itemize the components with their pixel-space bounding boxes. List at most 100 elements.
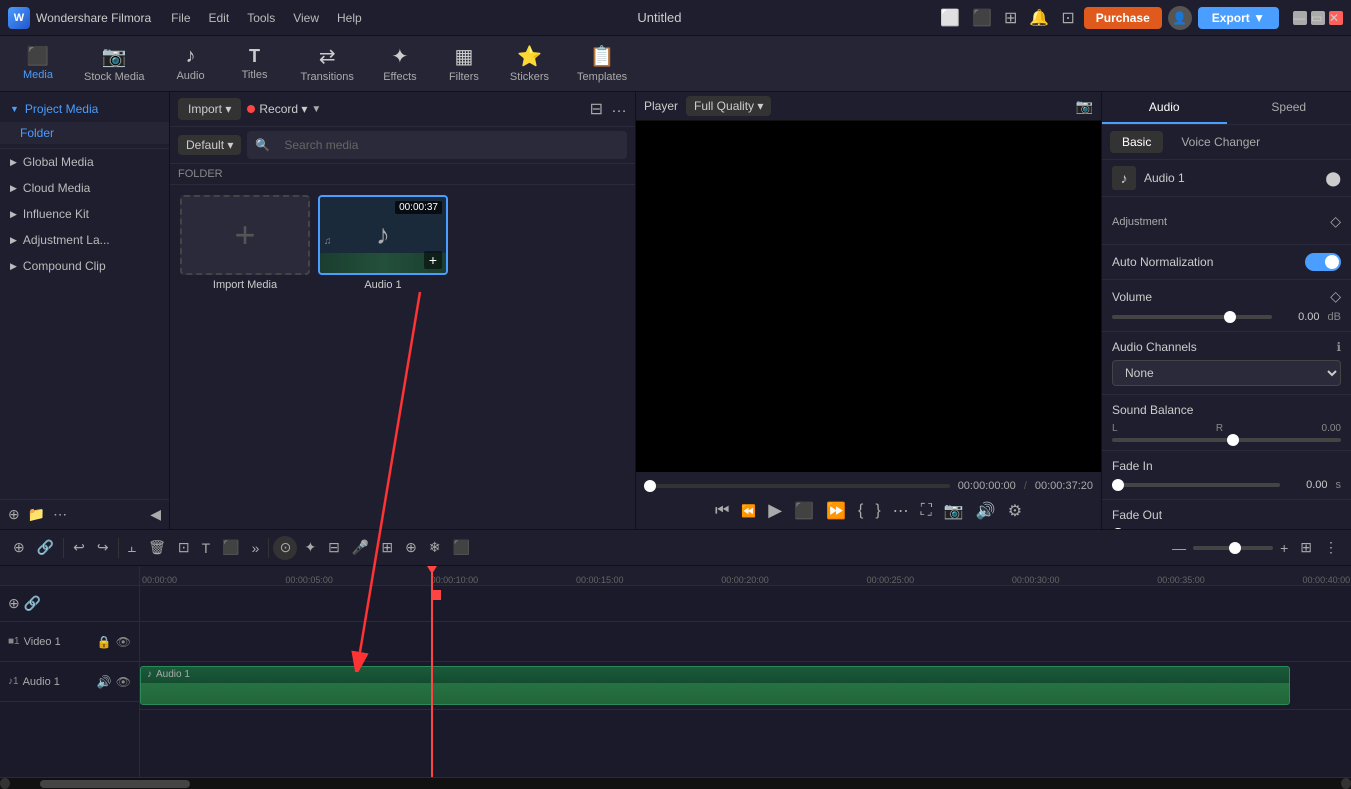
timeline-transform-button[interactable]: ⬛ <box>217 536 244 559</box>
timeline-zoom-track[interactable] <box>1193 546 1273 550</box>
audio-channels-dropdown[interactable]: None Stereo Mono <box>1112 360 1341 386</box>
timeline-speed-button[interactable]: ⊙ <box>273 536 297 560</box>
volume-slider[interactable] <box>1112 315 1272 319</box>
timeline-freeze-button[interactable]: ❄ <box>424 536 446 559</box>
window-minimize-button[interactable]: — <box>1293 11 1307 25</box>
add-folder-icon[interactable]: ⊕ <box>8 506 20 523</box>
step-back-button[interactable]: ⏪ <box>741 504 756 518</box>
timeline-split-button[interactable]: ⫠ <box>123 536 141 559</box>
tool-transitions[interactable]: ⇄ Transitions <box>289 40 366 87</box>
more-controls-button[interactable]: ⋯ <box>893 501 909 521</box>
tool-titles[interactable]: T Titles <box>225 42 285 85</box>
import-media-item[interactable]: + Import Media <box>180 195 310 291</box>
window-maximize-button[interactable]: ▭ <box>1311 11 1325 25</box>
add-to-timeline-icon[interactable]: + <box>424 251 442 269</box>
menu-edit[interactable]: Edit <box>201 8 238 28</box>
audio-track-mute-icon[interactable]: 👁 <box>116 675 131 689</box>
sub-tab-voice-changer[interactable]: Voice Changer <box>1169 131 1272 153</box>
adjustment-keyframe-icon[interactable]: ◇ <box>1330 213 1341 230</box>
tool-filters[interactable]: ▦ Filters <box>434 40 494 87</box>
audio1-track-row[interactable]: ♪ Audio 1 <box>140 662 1351 710</box>
add-video-track-icon[interactable]: ⊕ <box>8 595 20 612</box>
tool-effects[interactable]: ✦ Effects <box>370 40 430 87</box>
play-button[interactable]: ▶ <box>768 500 782 521</box>
folder-label[interactable]: Folder <box>0 122 169 144</box>
tool-stickers[interactable]: ⭐ Stickers <box>498 40 561 87</box>
timeline-redo-button[interactable]: ↪ <box>92 536 114 559</box>
link-tracks-icon[interactable]: 🔗 <box>24 595 41 612</box>
record-button[interactable]: Record ▾ ▼ <box>247 102 321 116</box>
mark-in-button[interactable]: { <box>858 502 863 520</box>
timeline-text-button[interactable]: T <box>197 537 216 559</box>
timeline-undo-button[interactable]: ↩ <box>68 536 90 559</box>
stop-button[interactable]: ⬛ <box>794 501 814 521</box>
sidebar-item-influence-kit[interactable]: ▶ Influence Kit <box>0 201 169 227</box>
default-dropdown[interactable]: Default ▾ <box>178 135 241 155</box>
progress-track[interactable] <box>644 484 950 488</box>
tool-templates[interactable]: 📋 Templates <box>565 40 639 87</box>
new-folder-icon[interactable]: 📁 <box>28 506 45 523</box>
sidebar-item-adjustment-layer[interactable]: ▶ Adjustment La... <box>0 227 169 253</box>
timeline-ai-button[interactable]: ⊕ <box>400 536 422 559</box>
tab-audio[interactable]: Audio <box>1102 92 1227 124</box>
video1-track-row[interactable] <box>140 622 1351 662</box>
tool-stock-media[interactable]: 📷 Stock Media <box>72 40 157 87</box>
filter-icon[interactable]: ⊟ <box>590 99 603 119</box>
tab-speed[interactable]: Speed <box>1227 92 1351 124</box>
audio-channels-info-icon[interactable]: ℹ <box>1336 340 1341 354</box>
fullscreen-player-button[interactable]: ⛶ <box>921 502 932 520</box>
timeline-settings-button[interactable]: ⋮ <box>1319 536 1343 559</box>
sidebar-item-project-media[interactable]: ▼ Project Media <box>0 96 169 122</box>
export-button[interactable]: Export ▼ <box>1198 7 1279 29</box>
audio1-clip[interactable]: ♪ Audio 1 <box>140 666 1290 705</box>
more-options-icon[interactable]: ⋯ <box>53 506 67 523</box>
audio-track-lock-icon[interactable]: 🔊 <box>97 675 112 689</box>
timeline-scrollbar[interactable] <box>0 777 1351 789</box>
timeline-voiceover-button[interactable]: 🎤 <box>347 536 374 559</box>
timeline-zoom-in-button[interactable]: + <box>1275 537 1293 559</box>
settings-button[interactable]: ⚙ <box>1008 501 1022 521</box>
sidebar-item-cloud-media[interactable]: ▶ Cloud Media <box>0 175 169 201</box>
player-screenshot-icon[interactable]: 📷 <box>1076 98 1093 115</box>
collapse-panel-icon[interactable]: ◀ <box>150 506 161 523</box>
tool-audio[interactable]: ♪ Audio <box>161 41 221 86</box>
timeline-marker-button[interactable]: ⊟ <box>323 536 345 559</box>
mark-out-button[interactable]: } <box>875 502 880 520</box>
search-input[interactable] <box>276 134 619 156</box>
notifications-icon[interactable]: 🔔 <box>1026 5 1052 31</box>
rewind-button[interactable]: ⏮ <box>715 502 729 520</box>
snapshot-button[interactable]: 📷 <box>944 501 964 521</box>
step-forward-button[interactable]: ⏩ <box>826 501 846 521</box>
tool-media[interactable]: ⬛ Media <box>8 42 68 85</box>
sidebar-item-compound-clip[interactable]: ▶ Compound Clip <box>0 253 169 279</box>
timeline-subtitles-button[interactable]: ⊞ <box>376 536 398 559</box>
plugins-icon[interactable]: ⊡ <box>1058 5 1077 31</box>
timeline-grid-button[interactable]: ⊞ <box>1295 536 1317 559</box>
window-close-button[interactable]: ✕ <box>1329 11 1343 25</box>
minimize-window-icon[interactable]: ⬜ <box>937 5 963 31</box>
scrollbar-thumb[interactable] <box>40 780 190 788</box>
app-logo[interactable]: W Wondershare Filmora <box>8 7 151 29</box>
timeline-transitions-button[interactable]: ⬛ <box>448 536 475 559</box>
menu-file[interactable]: File <box>163 8 198 28</box>
fullscreen-icon[interactable]: ⬛ <box>969 5 995 31</box>
audio1-media-item[interactable]: ♪ 00:00:37 + ♫ Audio 1 <box>318 195 448 291</box>
purchase-button[interactable]: Purchase <box>1084 7 1162 29</box>
more-menu-icon[interactable]: … <box>611 99 627 119</box>
sub-tab-basic[interactable]: Basic <box>1110 131 1163 153</box>
quality-dropdown[interactable]: Full Quality ▾ <box>686 96 771 116</box>
fade-in-slider[interactable] <box>1112 483 1280 487</box>
menu-help[interactable]: Help <box>329 8 370 28</box>
menu-view[interactable]: View <box>285 8 327 28</box>
timeline-crop-button[interactable]: ⊡ <box>173 536 195 559</box>
timeline-link-button[interactable]: 🔗 <box>32 536 59 559</box>
sidebar-item-global-media[interactable]: ▶ Global Media <box>0 149 169 175</box>
user-avatar[interactable]: 👤 <box>1168 6 1192 30</box>
balance-slider[interactable] <box>1112 438 1341 442</box>
volume-button[interactable]: 🔊 <box>976 501 996 521</box>
volume-keyframe-icon[interactable]: ◇ <box>1330 288 1341 305</box>
timeline-color-button[interactable]: ✦ <box>299 536 321 559</box>
timeline-zoom-out-button[interactable]: — <box>1167 537 1191 559</box>
audio-knob-icon[interactable]: ⬤ <box>1325 170 1341 187</box>
import-button[interactable]: Import ▾ <box>178 98 241 120</box>
